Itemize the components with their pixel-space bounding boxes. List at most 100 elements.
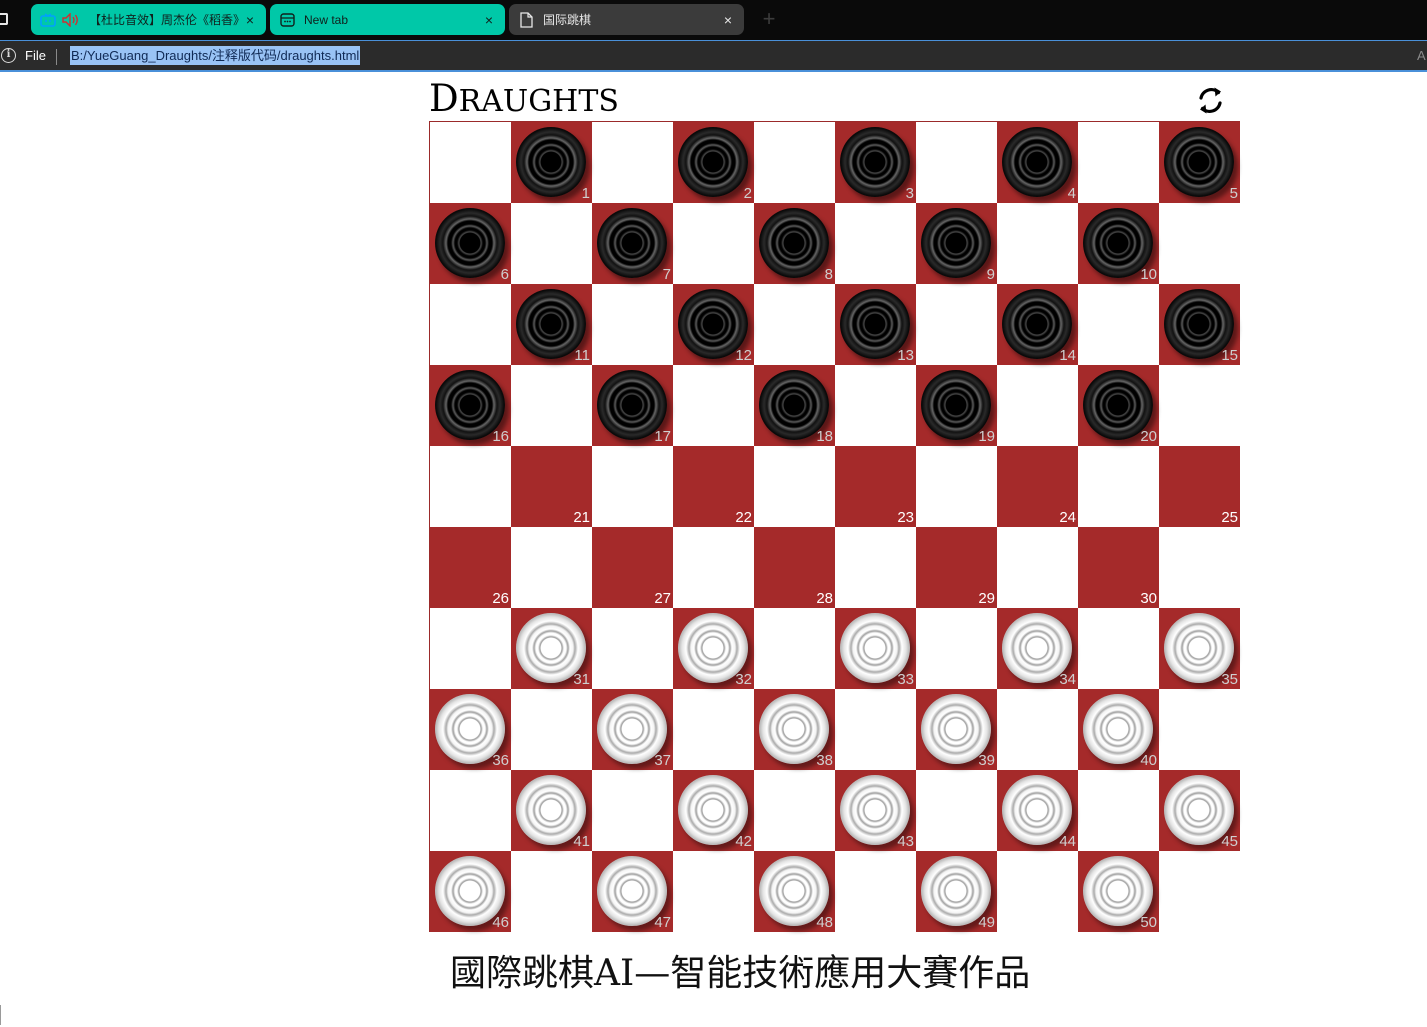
board-square-44[interactable]: 44 bbox=[997, 770, 1078, 851]
board-square-5[interactable]: 5 bbox=[1159, 122, 1240, 203]
board-square-13[interactable]: 13 bbox=[835, 284, 916, 365]
black-piece[interactable] bbox=[1164, 127, 1234, 197]
black-piece[interactable] bbox=[921, 208, 991, 278]
board-square-light bbox=[511, 365, 592, 446]
square-number: 2 bbox=[743, 185, 752, 202]
board-square-37[interactable]: 37 bbox=[592, 689, 673, 770]
board-square-15[interactable]: 15 bbox=[1159, 284, 1240, 365]
close-icon[interactable]: × bbox=[481, 12, 497, 28]
url-input[interactable]: B:/YueGuang_Draughts/注释版代码/draughts.html bbox=[70, 46, 361, 65]
square-number: 23 bbox=[897, 509, 914, 526]
square-number: 47 bbox=[654, 914, 671, 931]
board-square-light bbox=[1078, 446, 1159, 527]
page-title: DRAUGHTS bbox=[429, 80, 619, 120]
square-number: 27 bbox=[654, 590, 671, 607]
board-square-light bbox=[430, 608, 511, 689]
black-piece[interactable] bbox=[1002, 127, 1072, 197]
board-square-29[interactable]: 29 bbox=[916, 527, 997, 608]
board-square-16[interactable]: 16 bbox=[430, 365, 511, 446]
board-square-47[interactable]: 47 bbox=[592, 851, 673, 932]
board-square-8[interactable]: 8 bbox=[754, 203, 835, 284]
square-number: 37 bbox=[654, 752, 671, 769]
document-icon bbox=[518, 11, 534, 28]
board-square-light bbox=[430, 446, 511, 527]
board-square-14[interactable]: 14 bbox=[997, 284, 1078, 365]
board-square-19[interactable]: 19 bbox=[916, 365, 997, 446]
board-square-30[interactable]: 30 bbox=[1078, 527, 1159, 608]
square-number: 46 bbox=[492, 914, 509, 931]
speaker-icon[interactable] bbox=[62, 12, 80, 27]
board-square-light bbox=[592, 446, 673, 527]
board-square-light bbox=[754, 608, 835, 689]
board-square-2[interactable]: 2 bbox=[673, 122, 754, 203]
board-square-3[interactable]: 3 bbox=[835, 122, 916, 203]
black-piece[interactable] bbox=[759, 208, 829, 278]
board-square-32[interactable]: 32 bbox=[673, 608, 754, 689]
board-square-21[interactable]: 21 bbox=[511, 446, 592, 527]
board-square-6[interactable]: 6 bbox=[430, 203, 511, 284]
board-square-4[interactable]: 4 bbox=[997, 122, 1078, 203]
tab-draughts[interactable]: 国际跳棋 × bbox=[509, 4, 744, 35]
board-square-23[interactable]: 23 bbox=[835, 446, 916, 527]
black-piece[interactable] bbox=[840, 127, 910, 197]
board-square-24[interactable]: 24 bbox=[997, 446, 1078, 527]
board-square-11[interactable]: 11 bbox=[511, 284, 592, 365]
square-number: 12 bbox=[735, 347, 752, 364]
board-square-light bbox=[430, 770, 511, 851]
board-square-10[interactable]: 10 bbox=[1078, 203, 1159, 284]
board-square-50[interactable]: 50 bbox=[1078, 851, 1159, 932]
board-square-22[interactable]: 22 bbox=[673, 446, 754, 527]
board-square-43[interactable]: 43 bbox=[835, 770, 916, 851]
board-square-17[interactable]: 17 bbox=[592, 365, 673, 446]
board-square-9[interactable]: 9 bbox=[916, 203, 997, 284]
board-square-12[interactable]: 12 bbox=[673, 284, 754, 365]
square-number: 50 bbox=[1140, 914, 1157, 931]
page-title-rest: RAUGHTS bbox=[458, 84, 619, 119]
tab-music-video[interactable]: 【杜比音效】周杰伦《稻香》[ï¿½ × bbox=[31, 4, 266, 35]
board-square-41[interactable]: 41 bbox=[511, 770, 592, 851]
board-square-31[interactable]: 31 bbox=[511, 608, 592, 689]
board-square-28[interactable]: 28 bbox=[754, 527, 835, 608]
window-menu-icon[interactable] bbox=[0, 13, 8, 25]
square-number: 17 bbox=[654, 428, 671, 445]
board-square-40[interactable]: 40 bbox=[1078, 689, 1159, 770]
board-square-light bbox=[673, 203, 754, 284]
board-square-1[interactable]: 1 bbox=[511, 122, 592, 203]
board-square-34[interactable]: 34 bbox=[997, 608, 1078, 689]
close-icon[interactable]: × bbox=[242, 12, 258, 28]
board-square-49[interactable]: 49 bbox=[916, 851, 997, 932]
refresh-icon[interactable] bbox=[1194, 84, 1227, 117]
board-square-light bbox=[430, 122, 511, 203]
board-square-7[interactable]: 7 bbox=[592, 203, 673, 284]
new-tab-button[interactable]: + bbox=[758, 6, 780, 32]
black-piece[interactable] bbox=[597, 208, 667, 278]
footer-caption: 國際跳棋AI—智能技術應用大賽作品 bbox=[450, 953, 1031, 994]
square-number: 33 bbox=[897, 671, 914, 688]
tab-new-tab[interactable]: New tab × bbox=[270, 4, 505, 35]
board-square-45[interactable]: 45 bbox=[1159, 770, 1240, 851]
board-square-46[interactable]: 46 bbox=[430, 851, 511, 932]
board-square-27[interactable]: 27 bbox=[592, 527, 673, 608]
board-square-35[interactable]: 35 bbox=[1159, 608, 1240, 689]
board-square-42[interactable]: 42 bbox=[673, 770, 754, 851]
board-square-20[interactable]: 20 bbox=[1078, 365, 1159, 446]
board-square-36[interactable]: 36 bbox=[430, 689, 511, 770]
black-piece[interactable] bbox=[516, 127, 586, 197]
board-square-light bbox=[997, 365, 1078, 446]
board-square-light bbox=[997, 851, 1078, 932]
board-square-18[interactable]: 18 bbox=[754, 365, 835, 446]
scheme-label[interactable]: File bbox=[25, 48, 46, 63]
black-piece[interactable] bbox=[435, 208, 505, 278]
close-icon[interactable]: × bbox=[720, 12, 736, 28]
board-square-38[interactable]: 38 bbox=[754, 689, 835, 770]
board-square-33[interactable]: 33 bbox=[835, 608, 916, 689]
board-square-25[interactable]: 25 bbox=[1159, 446, 1240, 527]
board-square-light bbox=[916, 122, 997, 203]
info-icon[interactable]: i bbox=[1, 48, 16, 63]
black-piece[interactable] bbox=[678, 127, 748, 197]
board-square-light bbox=[430, 284, 511, 365]
board-square-48[interactable]: 48 bbox=[754, 851, 835, 932]
board-square-26[interactable]: 26 bbox=[430, 527, 511, 608]
board-square-39[interactable]: 39 bbox=[916, 689, 997, 770]
address-bar: i File B:/YueGuang_Draughts/注释版代码/draugh… bbox=[0, 40, 1427, 72]
